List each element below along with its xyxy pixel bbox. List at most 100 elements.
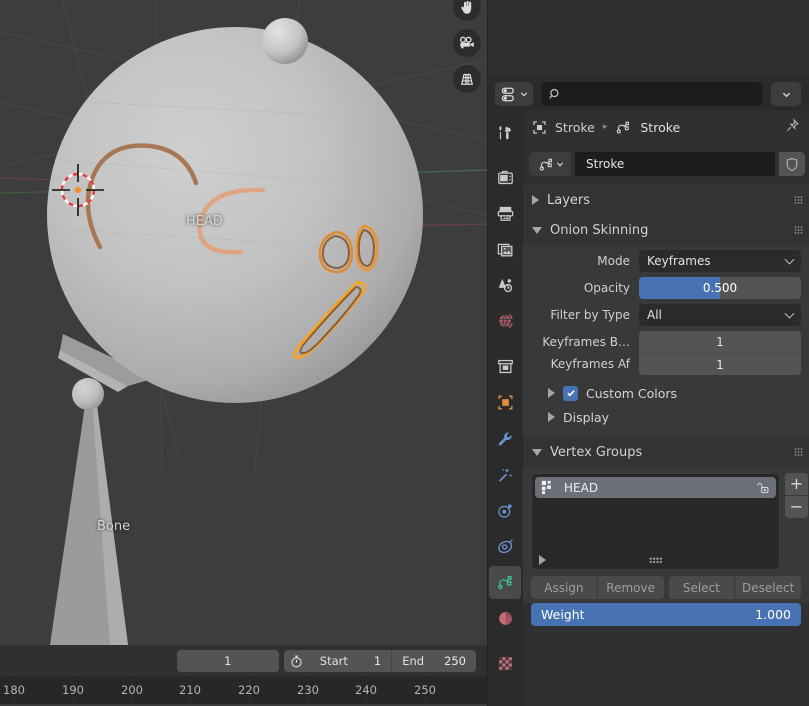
- ruler-tick-label: 180: [3, 683, 25, 697]
- timeline-editor[interactable]: 1 Start 1 End 250: [0, 645, 487, 706]
- vertex-group-list[interactable]: HEAD: [531, 473, 780, 570]
- sidebar-item-texture[interactable]: [489, 647, 521, 680]
- keyframes-before-label: Keyframes B…: [531, 335, 639, 349]
- deselect-button[interactable]: Deselect: [735, 576, 801, 599]
- vertex-group-name: HEAD: [564, 481, 748, 495]
- sidebar-item-render[interactable]: [489, 161, 521, 194]
- mode-dropdown[interactable]: Keyframes: [639, 250, 801, 272]
- assign-button[interactable]: Assign: [531, 576, 597, 599]
- panel-layers-label: Layers: [547, 193, 590, 208]
- sidebar-item-effects[interactable]: [489, 458, 521, 491]
- search-input[interactable]: [541, 82, 763, 106]
- editor-divider[interactable]: [487, 0, 488, 706]
- subpanel-display[interactable]: Display: [531, 405, 801, 429]
- panel-vertex-groups-label: Vertex Groups: [550, 445, 642, 460]
- sidebar-item-particles[interactable]: [489, 494, 521, 527]
- custom-colors-checkbox[interactable]: [563, 386, 578, 401]
- mode-value: Keyframes: [647, 254, 711, 268]
- chevron-down-icon: [532, 449, 542, 456]
- properties-header-bar: [487, 78, 809, 110]
- row-mode: Mode Keyframes: [531, 250, 801, 272]
- object-data-icon: [532, 120, 547, 135]
- panel-vertex-groups[interactable]: Vertex Groups: [523, 437, 809, 467]
- head-sphere: [47, 27, 423, 403]
- ruler-tick-label: 210: [179, 683, 201, 697]
- filter-by-type-label: Filter by Type: [531, 308, 639, 322]
- chevron-down-icon: [785, 255, 795, 265]
- weight-value: 1.000: [755, 607, 791, 622]
- panel-grip[interactable]: [794, 196, 803, 205]
- grease-pencil-icon: [615, 119, 632, 136]
- panel-grip[interactable]: [794, 226, 803, 235]
- timeline-header: 1 Start 1 End 250: [0, 645, 487, 677]
- panel-onion-skinning[interactable]: Onion Skinning: [523, 215, 809, 245]
- 3d-viewport[interactable]: HEAD Bone: [0, 0, 487, 645]
- start-frame-field[interactable]: Start 1: [310, 650, 392, 672]
- subpanel-custom-colors[interactable]: Custom Colors: [531, 381, 801, 405]
- grid-icon[interactable]: [453, 65, 481, 93]
- mode-label: Mode: [531, 254, 639, 268]
- breadcrumb-item-0[interactable]: Stroke: [555, 120, 595, 135]
- weight-slider[interactable]: Weight 1.000: [531, 603, 801, 626]
- camera-icon[interactable]: [453, 29, 481, 57]
- header-options-chevron-icon[interactable]: [771, 82, 801, 106]
- id-name-field[interactable]: Stroke: [575, 152, 775, 176]
- sidebar-item-scene[interactable]: [489, 269, 521, 302]
- sidebar-item-output[interactable]: [489, 197, 521, 230]
- end-value: 250: [444, 654, 466, 668]
- sidebar-item-collection[interactable]: [489, 350, 521, 383]
- fake-user-shield-icon[interactable]: [779, 152, 805, 176]
- group-vertex-icon: [541, 480, 556, 495]
- vertex-group-operations: Assign Remove Select Deselect: [523, 576, 809, 603]
- ruler-tick-label: 250: [414, 683, 436, 697]
- properties-tab-column[interactable]: [487, 111, 523, 706]
- chevron-right-icon: [548, 412, 555, 422]
- panel-layers[interactable]: Layers: [523, 185, 809, 215]
- breadcrumb: Stroke ▸ Stroke: [523, 111, 809, 143]
- chevron-down-icon: [556, 160, 564, 168]
- add-vertex-group-button[interactable]: +: [785, 473, 808, 495]
- sidebar-item-view-layer[interactable]: [489, 233, 521, 266]
- current-frame-field[interactable]: 1: [177, 650, 279, 672]
- timeline-ruler[interactable]: 180190200210220230240250: [0, 677, 487, 704]
- opacity-slider[interactable]: 0.500: [639, 277, 801, 299]
- chevron-down-icon: [532, 227, 542, 234]
- properties-editor-icon[interactable]: [495, 82, 533, 106]
- unlocked-icon[interactable]: [756, 481, 770, 495]
- breadcrumb-separator: ▸: [603, 122, 608, 132]
- breadcrumb-item-1[interactable]: Stroke: [640, 120, 680, 135]
- remove-vertex-group-button[interactable]: −: [785, 496, 808, 518]
- sidebar-item-object[interactable]: [489, 386, 521, 419]
- pin-icon[interactable]: [785, 118, 800, 137]
- properties-editor[interactable]: Stroke ▸ Stroke: [487, 0, 809, 706]
- chevron-right-icon: [548, 388, 555, 398]
- sidebar-item-object-data[interactable]: [489, 566, 521, 599]
- properties-panel-body[interactable]: Stroke ▸ Stroke: [523, 111, 809, 706]
- id-type-dropdown[interactable]: [529, 152, 571, 176]
- remove-button[interactable]: Remove: [598, 576, 664, 599]
- keyframes-after-field[interactable]: 1: [639, 353, 801, 375]
- grease-pencil-icon: [538, 156, 555, 173]
- sidebar-item-physics[interactable]: [489, 530, 521, 563]
- row-keyframes-after: Keyframes Af 1: [531, 353, 801, 375]
- keyframes-before-field[interactable]: 1: [639, 331, 801, 353]
- list-item[interactable]: HEAD: [535, 477, 776, 498]
- sidebar-item-material[interactable]: [489, 602, 521, 635]
- chevron-down-icon: [785, 309, 795, 319]
- sidebar-item-modifiers[interactable]: [489, 422, 521, 455]
- panel-grip[interactable]: [794, 448, 803, 457]
- properties-top-strip: [487, 0, 809, 76]
- stopwatch-icon[interactable]: [284, 650, 310, 672]
- select-button[interactable]: Select: [669, 576, 735, 599]
- filter-by-type-dropdown[interactable]: All: [639, 304, 801, 326]
- panel-onion-skinning-label: Onion Skinning: [550, 223, 648, 238]
- ruler-tick-label: 240: [355, 683, 377, 697]
- chevron-right-icon[interactable]: [539, 555, 546, 565]
- sidebar-item-world[interactable]: [489, 305, 521, 338]
- start-label: Start: [320, 654, 348, 668]
- end-frame-field[interactable]: End 250: [392, 650, 476, 672]
- filter-by-type-value: All: [647, 308, 662, 322]
- list-resize-grip[interactable]: [649, 557, 663, 563]
- sidebar-item-tool[interactable]: [489, 116, 521, 149]
- search-icon: [549, 88, 562, 101]
